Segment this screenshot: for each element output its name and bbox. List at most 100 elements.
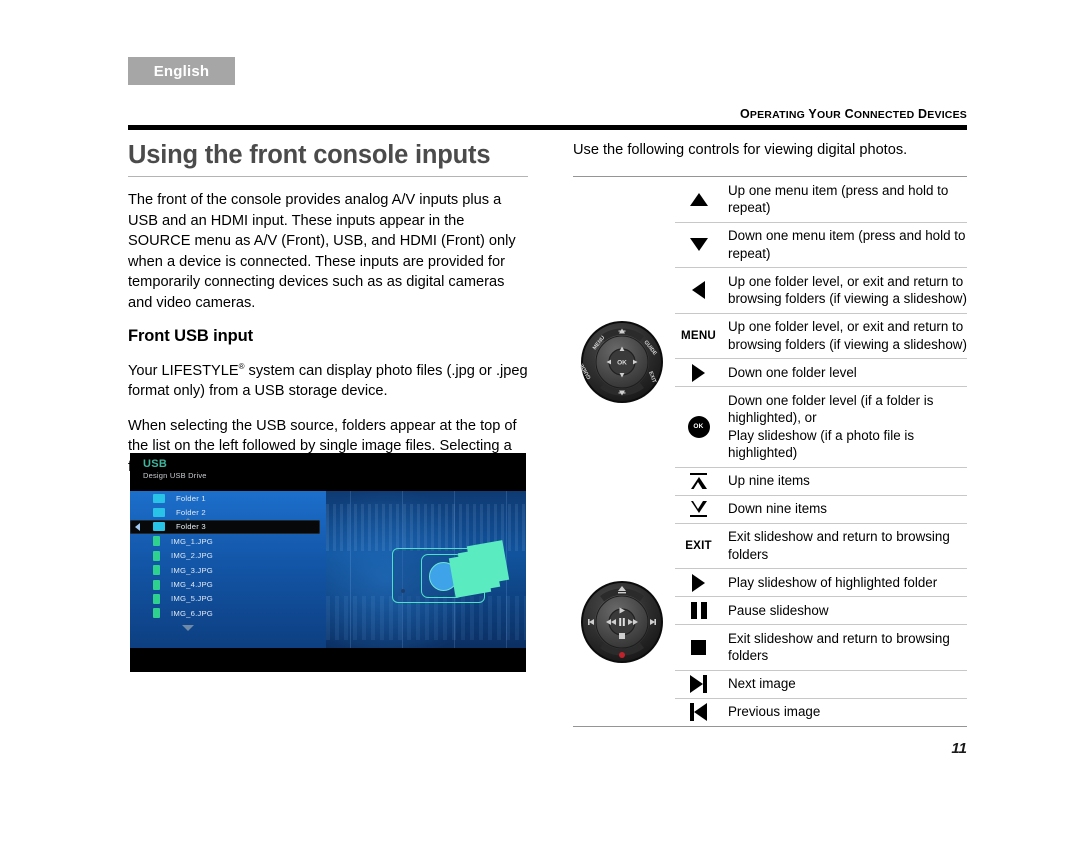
- control-row-spacer: [573, 522, 675, 569]
- stop-icon-glyph: [691, 639, 706, 655]
- folder-icon: [153, 493, 165, 503]
- control-table-row: Up one menu item (press and hold to repe…: [573, 177, 967, 222]
- control-description-line: Up nine items: [728, 473, 810, 488]
- control-icon-label: MENU: [681, 329, 716, 343]
- control-description: Down one menu item (press and hold to re…: [722, 223, 967, 268]
- usb-screenshot-title: USB: [143, 458, 168, 470]
- image-file-icon: [153, 550, 160, 561]
- usb-list-item[interactable]: Folder 1: [130, 491, 326, 505]
- control-table-row: Next image: [573, 669, 967, 698]
- usb-browser-screenshot: USB Design USB Drive Folder 1 Folder 2 Fol…: [130, 453, 526, 672]
- usb-list-item[interactable]: IMG_1.JPG: [130, 534, 326, 548]
- usb-screenshot-body: Folder 1 Folder 2 Folder 3 IMG_1.JPG IMG_2.J…: [130, 491, 526, 648]
- title-underline: [128, 176, 528, 177]
- control-row-spacer: [573, 697, 675, 726]
- usb-list-item-label: IMG_4.JPG: [171, 580, 213, 590]
- image-file-icon: [153, 593, 160, 604]
- next-track-icon: [675, 671, 722, 698]
- image-file-icon: [153, 565, 160, 576]
- control-row-spacer: [573, 267, 675, 313]
- up-nine-items-icon-glyph: [690, 473, 707, 490]
- preview-texture-bottom: [326, 596, 526, 641]
- control-description-line: Exit slideshow and return to browsing fo…: [728, 630, 950, 664]
- up-nine-items-icon: [675, 468, 722, 495]
- usb-file-list: Folder 1 Folder 2 Folder 3 IMG_1.JPG IMG_2.J…: [130, 491, 326, 648]
- usb-list-item[interactable]: IMG_4.JPG: [130, 577, 326, 591]
- usb-screenshot-subtitle: Design USB Drive: [143, 471, 207, 480]
- control-description-line: Play slideshow of highlighted folder: [728, 574, 938, 590]
- control-row-spacer: [573, 494, 675, 523]
- usb-list-item-label: Folder 2: [176, 508, 206, 518]
- control-description-line: Up one menu item (press and hold to repe…: [728, 182, 949, 216]
- image-file-icon: [153, 608, 160, 619]
- camera-button-icon: [401, 588, 405, 593]
- control-icon-label: EXIT: [685, 539, 712, 553]
- ok-button-icon: OK: [675, 387, 722, 467]
- triangle-right-icon: [675, 359, 722, 386]
- page-title: Using the front console inputs: [128, 141, 491, 169]
- play-icon-glyph: [692, 573, 705, 592]
- folder-icon: [153, 508, 165, 518]
- control-row-spacer: [573, 221, 675, 268]
- language-tab: English: [128, 57, 235, 85]
- control-table-row: Down one menu item (press and hold to re…: [573, 221, 967, 268]
- usb-list-item-label: IMG_1.JPG: [171, 536, 213, 546]
- intro-paragraph: The front of the console provides analog…: [128, 192, 516, 311]
- usb-list-item[interactable]: IMG_3.JPG: [130, 563, 326, 577]
- usb-preview-pane: [326, 491, 526, 648]
- usb-list-item-label: IMG_2.JPG: [171, 551, 213, 561]
- usb-list-item[interactable]: IMG_2.JPG: [130, 549, 326, 563]
- stop-icon: [675, 625, 722, 670]
- running-head-text: OPERATING YOUR CONNECTED DEVICES: [739, 107, 967, 121]
- down-nine-items-icon-glyph: [690, 501, 707, 517]
- subheading-front-usb-input: Front USB input: [128, 327, 253, 345]
- control-description-line: Next image: [728, 676, 796, 691]
- table-bottom-border: [573, 725, 967, 727]
- usb-list-item[interactable]: Folder 3: [130, 519, 320, 535]
- playback-pad-image: [580, 580, 664, 664]
- left-column: Using the front console inputs The front…: [128, 140, 528, 477]
- control-table-row: Previous image: [573, 697, 967, 726]
- language-tab-label: English: [153, 62, 210, 80]
- document-page: English OPERATING YOUR CONNECTED DEVICES…: [0, 0, 1080, 852]
- control-description-line: Down one folder level: [728, 364, 857, 380]
- page-number: 11: [951, 740, 967, 757]
- control-description: Exit slideshow and return to browsing fo…: [722, 625, 967, 670]
- control-description-line: Down nine items: [728, 501, 827, 516]
- scroll-down-arrow-icon: [182, 625, 194, 631]
- usb-list-item-label: IMG_6.JPG: [171, 608, 213, 618]
- triangle-up-icon-glyph: [689, 192, 708, 206]
- usb-screenshot-header: USB Design USB Drive: [143, 458, 207, 480]
- control-description: Up one folder level, or exit and return …: [722, 268, 967, 313]
- usb-list-item[interactable]: IMG_6.JPG: [130, 606, 326, 620]
- usb-list-item[interactable]: Folder 2: [130, 505, 326, 519]
- usb-list-item[interactable]: IMG_5.JPG: [130, 592, 326, 606]
- triangle-down-icon-glyph: [689, 238, 708, 252]
- control-row-spacer: [573, 669, 675, 698]
- control-description-line: Down one menu item (press and hold to re…: [728, 228, 966, 261]
- ok-button-circle: OK: [687, 415, 710, 438]
- usb-list-item-label: Folder 3: [176, 522, 206, 532]
- control-table-row: Up one folder level, or exit and return …: [573, 267, 967, 313]
- control-description: Up one menu item (press and hold to repe…: [722, 177, 967, 222]
- control-description: Up one folder level, or exit and return …: [722, 314, 967, 359]
- control-description-line: Previous image: [728, 704, 821, 719]
- previous-track-icon-glyph: [690, 703, 707, 721]
- control-description-line: Exit slideshow and return to browsing fo…: [728, 529, 950, 562]
- control-description: Exit slideshow and return to browsing fo…: [722, 524, 967, 569]
- image-file-icon: [153, 536, 160, 547]
- control-description-line: Play slideshow (if a photo file is highl…: [728, 427, 915, 461]
- menu-button-icon: MENU: [675, 314, 722, 359]
- svg-text:OK: OK: [617, 360, 627, 367]
- control-description-line: Up one folder level, or exit and return …: [728, 273, 967, 307]
- control-description-line: Down one folder level (if a folder is hi…: [728, 392, 934, 426]
- control-description: Pause slideshow: [722, 597, 967, 624]
- triangle-left-icon-glyph: [692, 281, 705, 300]
- control-table-row: Down nine items: [573, 494, 967, 523]
- play-icon: [675, 569, 722, 596]
- pause-icon: [675, 597, 722, 624]
- control-table-row: EXIT Exit slideshow and return to browsin…: [573, 522, 967, 569]
- pause-icon-glyph: [690, 602, 707, 619]
- paragraph-lifestyle-part-a: Your LIFESTYLE: [128, 362, 239, 379]
- previous-track-icon: [675, 699, 722, 726]
